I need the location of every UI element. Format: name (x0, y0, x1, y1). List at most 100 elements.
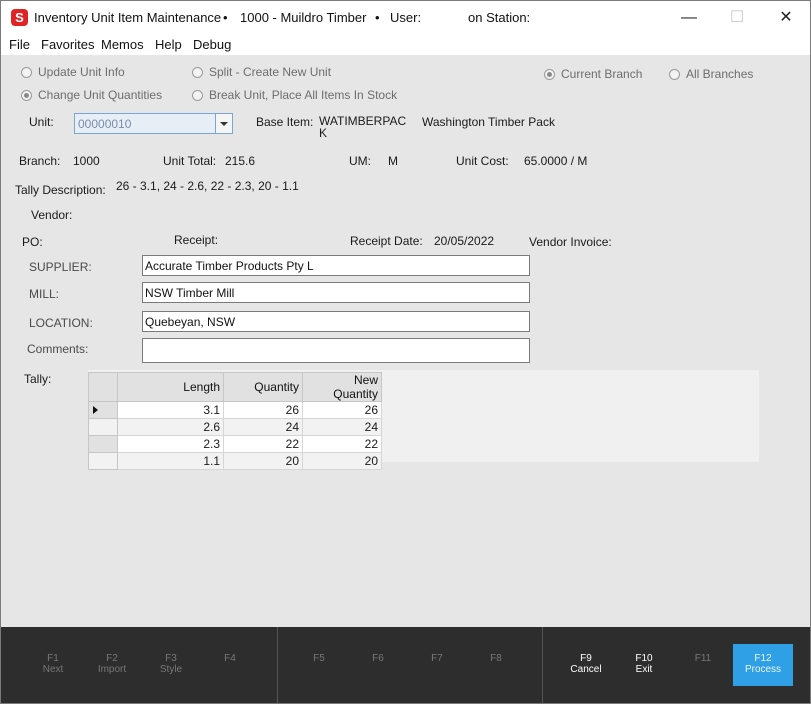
radio-update-unit-info[interactable]: Update Unit Info (21, 65, 125, 79)
title-bar: S Inventory Unit Item Maintenance • 1000… (1, 1, 810, 34)
radio-dot (192, 89, 203, 101)
location-field[interactable]: Quebeyan, NSW (142, 311, 530, 332)
row-selector[interactable] (88, 401, 118, 419)
cell-new-quantity[interactable]: 26 (302, 401, 382, 419)
close-button[interactable]: ✕ (763, 1, 809, 34)
table-row[interactable]: 2.6 24 24 (88, 418, 382, 436)
f6-button[interactable]: F6 (355, 653, 401, 664)
cell-length[interactable]: 1.1 (117, 452, 224, 470)
title-branch: 1000 - Muildro Timber (240, 10, 367, 25)
cell-length[interactable]: 3.1 (117, 401, 224, 419)
radio-break-unit[interactable]: Break Unit, Place All Items In Stock (192, 88, 397, 102)
um-label: UM: (349, 154, 371, 168)
menu-help[interactable]: Help (155, 37, 182, 52)
menu-bar: File Favorites Memos Help Debug (1, 34, 810, 55)
cell-length[interactable]: 2.3 (117, 435, 224, 453)
column-header-quantity[interactable]: Quantity (223, 372, 303, 402)
fkey-label: Cancel (570, 664, 602, 675)
f9-cancel-button[interactable]: F9 Cancel (563, 653, 609, 675)
fkey-key: F2 (106, 653, 118, 664)
table-row[interactable]: 1.1 20 20 (88, 452, 382, 470)
title-station-label: on Station: (468, 10, 531, 25)
f11-button[interactable]: F11 (680, 653, 726, 664)
row-selector[interactable] (88, 418, 118, 436)
radio-label: Break Unit, Place All Items In Stock (209, 88, 398, 102)
cell-quantity[interactable]: 22 (223, 435, 303, 453)
tally-description-value: 26 - 3.1, 24 - 2.6, 22 - 2.3, 20 - 1.1 (116, 179, 299, 193)
f12-process-button[interactable]: F12 Process (733, 644, 793, 686)
receipt-label: Receipt: (174, 233, 219, 247)
po-label: PO: (22, 235, 43, 249)
mill-field[interactable]: NSW Timber Mill (142, 282, 530, 303)
radio-all-branches[interactable]: All Branches (669, 67, 753, 81)
unit-value: 00000010 (78, 117, 132, 131)
column-header-new-quantity[interactable]: New Quantity (302, 372, 382, 402)
branch-label: Branch: (19, 154, 61, 168)
unit-combobox[interactable]: 00000010 (74, 113, 233, 134)
unit-label: Unit: (29, 115, 54, 129)
receipt-date-label: Receipt Date: (350, 234, 423, 248)
radio-label: Split - Create New Unit (209, 65, 332, 79)
radio-current-branch[interactable]: Current Branch (544, 67, 642, 81)
cell-new-quantity[interactable]: 24 (302, 418, 382, 436)
radio-dot (669, 68, 680, 80)
maximize-button[interactable]: ☐ (714, 1, 760, 34)
f1-next-button[interactable]: F1 Next (30, 653, 76, 675)
f5-button[interactable]: F5 (296, 653, 342, 664)
column-header-length[interactable]: Length (117, 372, 224, 402)
fkey-key: F12 (754, 653, 772, 664)
cell-quantity[interactable]: 24 (223, 418, 303, 436)
grid-corner (88, 372, 118, 402)
table-row[interactable]: 3.1 26 26 (88, 401, 382, 419)
comments-field[interactable] (142, 338, 530, 363)
base-item-code: WATIMBERPAC (319, 114, 407, 128)
fkey-key: F5 (313, 653, 325, 664)
radio-change-unit-quantities[interactable]: Change Unit Quantities (21, 88, 162, 102)
f8-button[interactable]: F8 (473, 653, 519, 664)
menu-favorites[interactable]: Favorites (41, 37, 94, 52)
unit-cost-label: Unit Cost: (456, 154, 509, 168)
minimize-button[interactable]: — (666, 1, 712, 34)
f4-button[interactable]: F4 (207, 653, 253, 664)
menu-memos[interactable]: Memos (101, 37, 144, 52)
unit-cost-value: 65.0000 / M (524, 154, 588, 168)
cell-quantity[interactable]: 20 (223, 452, 303, 470)
mill-label: MILL: (29, 287, 60, 301)
tally-grid[interactable]: Length Quantity New Quantity 3.1 26 26 2… (88, 372, 382, 470)
main-window: S Inventory Unit Item Maintenance • 1000… (0, 0, 811, 704)
menu-debug[interactable]: Debug (193, 37, 231, 52)
base-item-label: Base Item: (256, 115, 314, 129)
fkey-label: Import (97, 664, 127, 675)
location-label: LOCATION: (29, 316, 93, 330)
menu-file[interactable]: File (9, 37, 30, 52)
fkey-key: F3 (165, 653, 177, 664)
cell-quantity[interactable]: 26 (223, 401, 303, 419)
radio-dot-checked (21, 89, 32, 101)
table-row[interactable]: 2.3 22 22 (88, 435, 382, 453)
branch-value: 1000 (73, 154, 100, 168)
cell-new-quantity[interactable]: 20 (302, 452, 382, 470)
row-selector[interactable] (88, 435, 118, 453)
f2-import-button[interactable]: F2 Import (89, 653, 135, 675)
radio-split-create-new-unit[interactable]: Split - Create New Unit (192, 65, 331, 79)
row-selector[interactable] (88, 452, 118, 470)
fkey-key: F8 (490, 653, 502, 664)
chevron-down-icon[interactable] (215, 114, 232, 133)
current-row-arrow-icon (93, 406, 98, 414)
f7-button[interactable]: F7 (414, 653, 460, 664)
f10-exit-button[interactable]: F10 Exit (621, 653, 667, 675)
fkey-key: F6 (372, 653, 384, 664)
supplier-field[interactable]: Accurate Timber Products Pty L (142, 255, 530, 276)
fkey-label: Exit (635, 664, 653, 675)
function-key-divider (277, 627, 278, 703)
radio-label: All Branches (686, 67, 754, 81)
fkey-key: F4 (224, 653, 236, 664)
f3-style-button[interactable]: F3 Style (148, 653, 194, 675)
cell-length[interactable]: 2.6 (117, 418, 224, 436)
fkey-key: F1 (47, 653, 59, 664)
function-key-divider (542, 627, 543, 703)
cell-new-quantity[interactable]: 22 (302, 435, 382, 453)
radio-dot (21, 66, 32, 78)
base-item-description: Washington Timber Pack (422, 115, 555, 129)
fkey-key: F9 (580, 653, 592, 664)
